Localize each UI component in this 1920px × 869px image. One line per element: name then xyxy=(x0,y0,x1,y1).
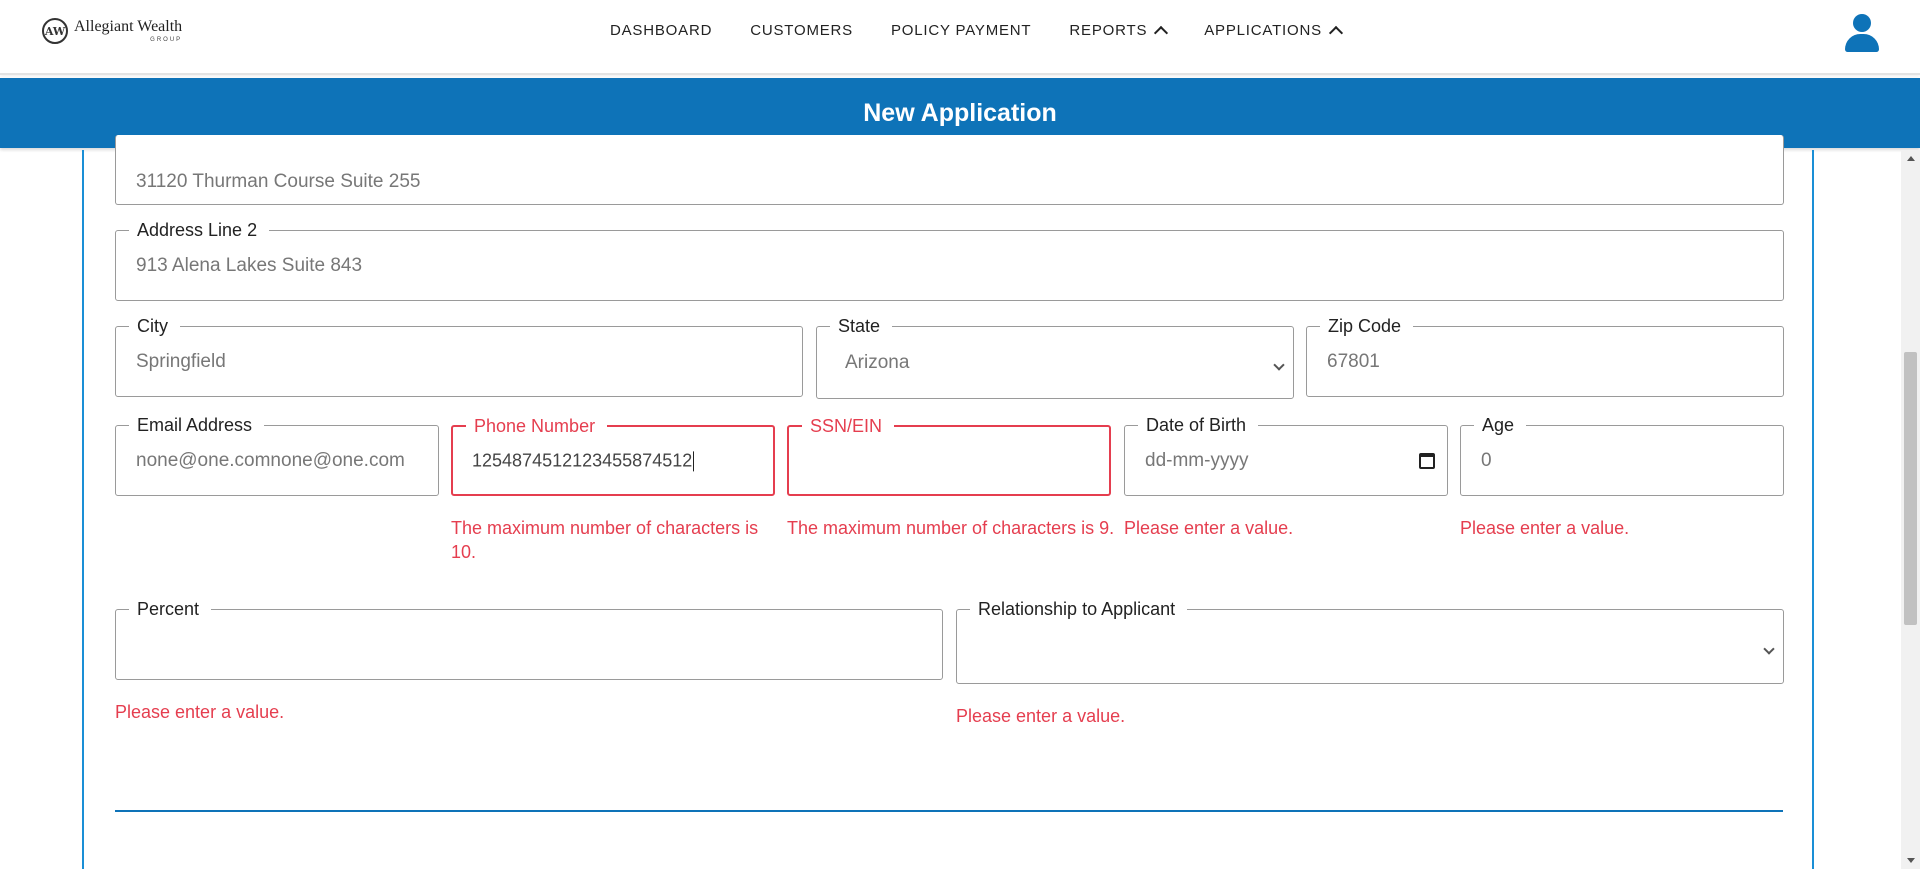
zip-code-field[interactable]: Zip Code 67801 xyxy=(1306,316,1784,397)
main-nav: DASHBOARD CUSTOMERS POLICY PAYMENT REPOR… xyxy=(610,22,1344,41)
city-label: City xyxy=(129,316,180,336)
relationship-label: Relationship to Applicant xyxy=(970,599,1188,619)
phone-number-field[interactable]: Phone Number 1254874512123455874512 xyxy=(451,416,775,496)
ssn-ein-error: The maximum number of characters is 9. xyxy=(787,518,1115,538)
phone-number-text: 1254874512123455874512 xyxy=(472,449,693,470)
calendar-icon[interactable] xyxy=(1419,452,1435,469)
nav-policy-payment[interactable]: POLICY PAYMENT xyxy=(891,22,1031,39)
chevron-up-icon xyxy=(1154,25,1169,41)
user-body-shape xyxy=(1845,34,1879,52)
chevron-up-icon xyxy=(1328,25,1344,41)
brand-logo[interactable]: AW Allegiant Wealth GROUP xyxy=(42,18,182,44)
date-of-birth-placeholder: dd-mm-yyyy xyxy=(1145,449,1249,471)
address-line-2-value: 913 Alena Lakes Suite 843 xyxy=(136,254,363,276)
percent-error: Please enter a value. xyxy=(115,702,285,722)
date-of-birth-field[interactable]: Date of Birth dd-mm-yyyy xyxy=(1124,415,1448,496)
phone-number-value: 1254874512123455874512 xyxy=(472,449,695,472)
nav-customers[interactable]: CUSTOMERS xyxy=(750,22,853,39)
section-divider xyxy=(115,810,1783,812)
percent-field[interactable]: Percent xyxy=(115,599,943,680)
zip-code-label: Zip Code xyxy=(1320,316,1414,336)
page-title: New Application xyxy=(863,98,1057,127)
nav-customers-label: CUSTOMERS xyxy=(750,22,853,39)
nav-applications[interactable]: APPLICATIONS xyxy=(1204,22,1344,41)
age-error: Please enter a value. xyxy=(1460,518,1630,538)
state-value: Arizona xyxy=(845,351,910,373)
address-line-2-field[interactable]: Address Line 2 913 Alena Lakes Suite 843 xyxy=(115,220,1784,301)
scroll-up-arrow-icon[interactable] xyxy=(1907,156,1915,161)
user-account-icon[interactable] xyxy=(1844,14,1880,54)
logo-mark-icon: AW xyxy=(42,18,68,44)
chevron-down-icon xyxy=(1273,358,1285,371)
top-navigation: AW Allegiant Wealth GROUP DASHBOARD CUST… xyxy=(0,0,1920,75)
city-value: Springfield xyxy=(136,350,226,372)
state-label: State xyxy=(830,316,893,336)
brand-sub: GROUP xyxy=(150,37,183,43)
nav-reports-label: REPORTS xyxy=(1069,22,1148,39)
city-field[interactable]: City Springfield xyxy=(115,316,803,397)
date-of-birth-label: Date of Birth xyxy=(1138,415,1259,435)
phone-number-label: Phone Number xyxy=(466,416,608,436)
percent-label: Percent xyxy=(129,599,212,619)
relationship-error: Please enter a value. xyxy=(956,706,1126,726)
address-line-1-value: 31120 Thurman Course Suite 255 xyxy=(136,171,421,192)
phone-number-error: The maximum number of characters is 10. xyxy=(451,518,759,562)
user-head-shape xyxy=(1853,14,1871,32)
email-value: none@one.comnone@one.com xyxy=(136,449,405,471)
logo-text: Allegiant Wealth GROUP xyxy=(74,18,183,44)
ssn-ein-field[interactable]: SSN/EIN xyxy=(787,416,1111,496)
address-line-1-field[interactable]: 31120 Thurman Course Suite 255 xyxy=(115,135,1784,205)
address-line-2-label: Address Line 2 xyxy=(129,220,270,240)
zip-code-value: 67801 xyxy=(1327,350,1380,372)
relationship-select[interactable]: Relationship to Applicant xyxy=(956,599,1784,684)
nav-dashboard[interactable]: DASHBOARD xyxy=(610,22,712,39)
ssn-ein-label: SSN/EIN xyxy=(802,416,895,436)
nav-reports[interactable]: REPORTS xyxy=(1069,22,1169,41)
age-value: 0 xyxy=(1481,449,1492,471)
age-field[interactable]: Age 0 xyxy=(1460,415,1784,496)
brand-name: Allegiant Wealth xyxy=(74,18,183,35)
nav-policy-payment-label: POLICY PAYMENT xyxy=(891,22,1032,39)
nav-dashboard-label: DASHBOARD xyxy=(610,22,713,39)
scroll-thumb[interactable] xyxy=(1904,352,1917,625)
state-select[interactable]: State Arizona xyxy=(816,316,1294,399)
page-scrollbar[interactable] xyxy=(1901,150,1920,869)
nav-applications-label: APPLICATIONS xyxy=(1204,22,1322,39)
chevron-down-icon xyxy=(1763,642,1775,655)
email-label: Email Address xyxy=(129,415,265,435)
age-label: Age xyxy=(1474,415,1527,435)
text-caret xyxy=(693,451,695,472)
scroll-down-arrow-icon[interactable] xyxy=(1907,858,1915,863)
email-field[interactable]: Email Address none@one.comnone@one.com xyxy=(115,415,439,496)
date-of-birth-error: Please enter a value. xyxy=(1124,518,1294,538)
